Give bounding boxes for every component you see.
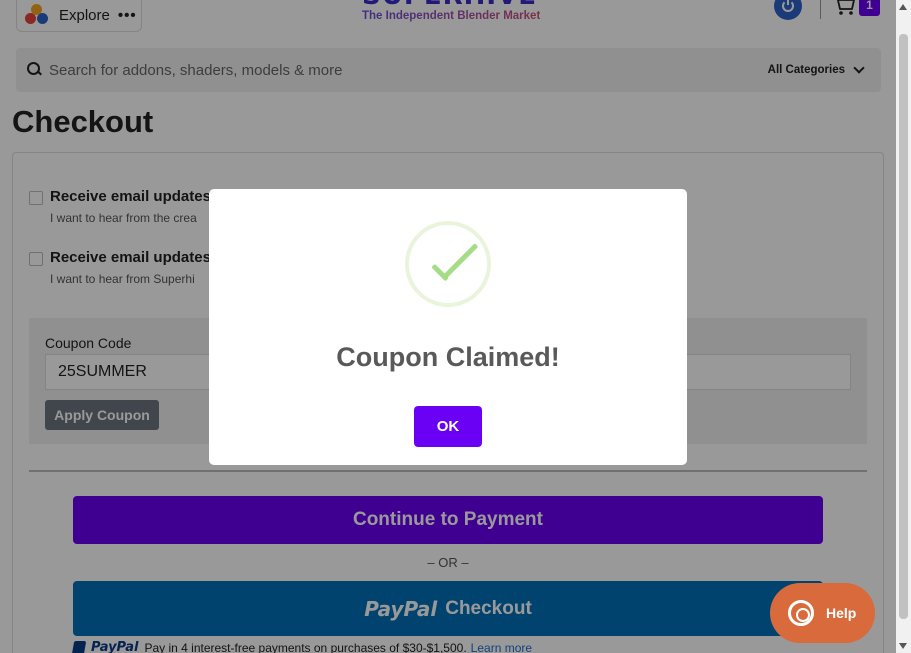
scrollbar[interactable]	[896, 0, 911, 653]
help-icon	[788, 600, 814, 626]
scroll-up-icon[interactable]	[899, 4, 907, 10]
success-ring	[405, 221, 491, 307]
dialog-title: Coupon Claimed!	[336, 342, 560, 372]
scroll-down-icon[interactable]	[899, 643, 907, 649]
scroll-thumb[interactable]	[899, 34, 908, 619]
checkmark-icon	[433, 247, 475, 271]
help-button[interactable]: Help	[770, 583, 875, 643]
coupon-claimed-dialog: Coupon Claimed! OK	[209, 189, 687, 465]
help-label: Help	[826, 605, 857, 621]
ok-button[interactable]: OK	[414, 406, 482, 447]
